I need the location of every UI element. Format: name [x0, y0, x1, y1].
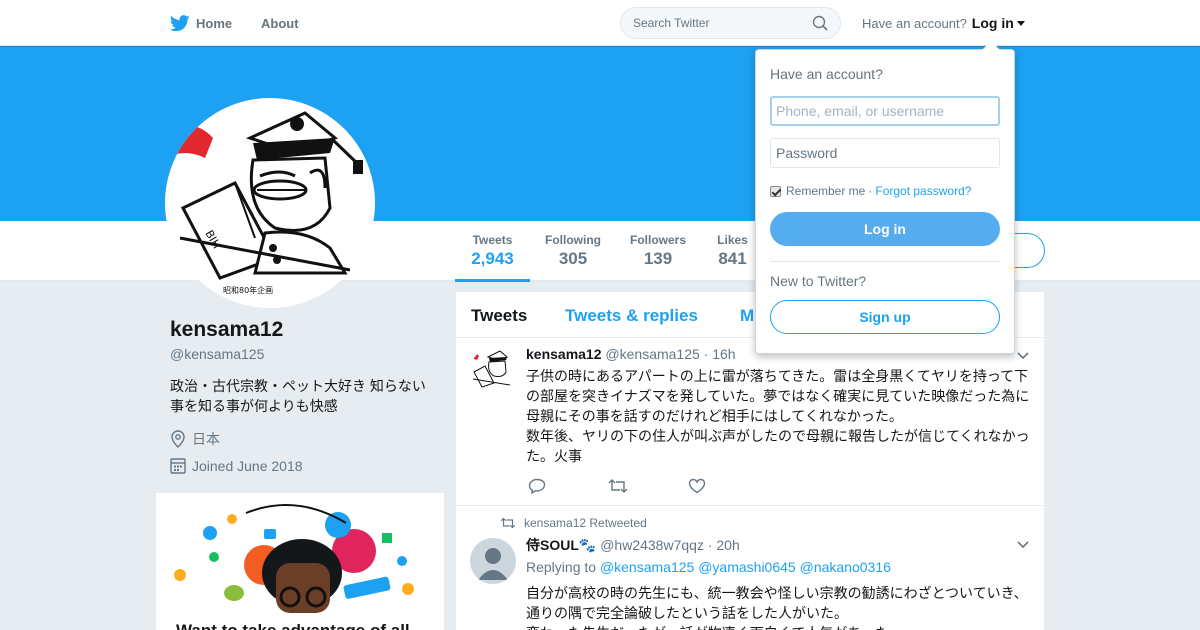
retweeted-by-text[interactable]: kensama12 Retweeted — [524, 516, 647, 530]
joined-text: Joined June 2018 — [192, 457, 303, 474]
retweet-icon[interactable] — [608, 478, 628, 494]
search-placeholder: Search Twitter — [633, 16, 710, 30]
tweet-author-name[interactable]: 侍SOUL🐾 — [526, 537, 596, 553]
heart-icon[interactable] — [688, 478, 706, 494]
tweet-actions — [528, 478, 768, 499]
remember-me-label[interactable]: Remember me — [786, 184, 865, 198]
stat-value: 305 — [558, 249, 588, 268]
promo-illustration — [174, 504, 414, 613]
remember-me-checkbox[interactable] — [770, 185, 781, 197]
nav-about-label: About — [261, 15, 299, 31]
promo-headline: Want to take advantage of all — [176, 621, 410, 630]
profile-location: 日本 — [170, 429, 220, 449]
retweet-icon — [500, 517, 516, 529]
profile-bio: 政治・古代宗教・ペット大好き 知らない事を知る事が何よりも快感 — [170, 378, 426, 414]
account-menu: Have an account? Log in — [862, 0, 1025, 46]
signup-button[interactable]: Sign up — [770, 300, 1000, 334]
tweet-item[interactable]: kensama12 Retweeted 侍SOUL🐾 @hw2438w7qqz … — [456, 506, 1044, 630]
stat-label: Tweets — [472, 233, 513, 247]
calendar-icon — [170, 458, 186, 474]
top-navigation-bar: Home About Search Twitter Have an accoun… — [0, 0, 1200, 46]
tweet-timestamp[interactable]: · 20h — [708, 537, 740, 553]
tab-media[interactable]: M — [740, 306, 754, 326]
profile-handle[interactable]: @kensama125 — [170, 346, 264, 362]
login-button[interactable]: Log in — [770, 212, 1000, 246]
stat-value: 841 — [718, 249, 747, 268]
location-text: 日本 — [192, 431, 220, 447]
account-prompt: Have an account? — [862, 15, 967, 31]
reply-icon[interactable] — [528, 478, 546, 495]
default-avatar-icon — [478, 548, 508, 580]
tweet-text: 子供の時にあるアパートの上に雷が落ちてきた。雷は全身黒くてヤリを持って下の部屋を… — [526, 368, 1030, 464]
chevron-down-icon[interactable] — [1016, 20, 1025, 26]
stat-followers[interactable]: Followers 139 — [623, 233, 693, 269]
stat-value: 139 — [643, 249, 673, 268]
cartoon-avatar-image — [470, 348, 516, 394]
profile-avatar[interactable]: BIH 昭和80年企画 — [165, 98, 375, 308]
tweet-author-handle[interactable]: @hw2438w7qqz — [600, 537, 704, 553]
replying-to-label: Replying to — [526, 559, 597, 575]
profile-joined: Joined June 2018 — [170, 457, 303, 474]
divider — [770, 261, 1000, 262]
location-pin-icon — [171, 430, 185, 448]
avatar-caption: 昭和80年企画 — [223, 285, 273, 295]
tweet-avatar[interactable] — [470, 348, 516, 394]
retweet-context: kensama12 Retweeted — [500, 516, 647, 530]
stat-label: Following — [545, 233, 601, 247]
chevron-down-icon[interactable] — [1017, 539, 1029, 551]
login-menu-toggle[interactable]: Log in — [972, 15, 1014, 31]
tweet-author-handle[interactable]: @kensama125 — [605, 346, 699, 362]
stat-tweets[interactable]: Tweets 2,943 — [455, 233, 530, 282]
new-to-twitter-text: New to Twitter? — [770, 273, 867, 289]
tweet-avatar[interactable] — [470, 538, 516, 584]
search-icon[interactable] — [812, 15, 828, 31]
stat-likes[interactable]: Likes 841 — [710, 233, 755, 269]
tweet-text: 自分が高校の時の先生にも、統一教会や怪しい宗教の勧誘にわざとついていき、通りの隅… — [526, 585, 1028, 630]
nav-home[interactable]: Home — [170, 0, 232, 46]
tweet-item[interactable]: kensama12 @kensama125 · 16h 子供の時にあるアパートの… — [456, 338, 1044, 506]
profile-name[interactable]: kensama12 — [170, 318, 283, 342]
mention-link[interactable]: @nakano0316 — [800, 559, 891, 575]
username-field[interactable]: Phone, email, or username — [770, 96, 1000, 126]
forgot-password-link[interactable]: Forgot password? — [875, 184, 971, 198]
nav-home-label: Home — [196, 15, 233, 31]
separator-dot: · — [868, 184, 873, 198]
cartoon-avatar-image: BIH 昭和80年企画 — [165, 111, 363, 295]
twitter-bird-icon — [170, 14, 190, 31]
mention-link[interactable]: @yamashi0645 — [698, 559, 796, 575]
nav-about[interactable]: About — [261, 0, 299, 46]
chevron-down-icon[interactable] — [1017, 350, 1029, 362]
tweet-timestamp[interactable]: · 16h — [704, 346, 736, 362]
stat-label: Followers — [629, 233, 686, 247]
tweet-header: kensama12 @kensama125 · 16h — [526, 346, 736, 362]
stat-value: 2,943 — [471, 249, 514, 268]
tweet-header: 侍SOUL🐾 @hw2438w7qqz · 20h — [526, 535, 740, 555]
password-field[interactable]: Password — [770, 138, 1000, 168]
dropdown-title: Have an account? — [770, 66, 883, 82]
stat-following[interactable]: Following 305 — [538, 233, 608, 269]
stat-label: Likes — [717, 233, 748, 247]
tab-tweets[interactable]: Tweets — [471, 306, 527, 326]
remember-me-row: Remember me · Forgot password? — [770, 184, 971, 198]
search-input[interactable]: Search Twitter — [620, 7, 841, 39]
tab-tweets-replies[interactable]: Tweets & replies — [565, 306, 698, 326]
replying-to: Replying to @kensama125 @yamashi0645 @na… — [526, 559, 891, 575]
signup-promo-card: Want to take advantage of all — [156, 493, 444, 630]
mention-link[interactable]: @kensama125 — [600, 559, 694, 575]
login-dropdown: Have an account? Phone, email, or userna… — [755, 41, 1015, 354]
tweet-author-name[interactable]: kensama12 — [526, 346, 602, 362]
